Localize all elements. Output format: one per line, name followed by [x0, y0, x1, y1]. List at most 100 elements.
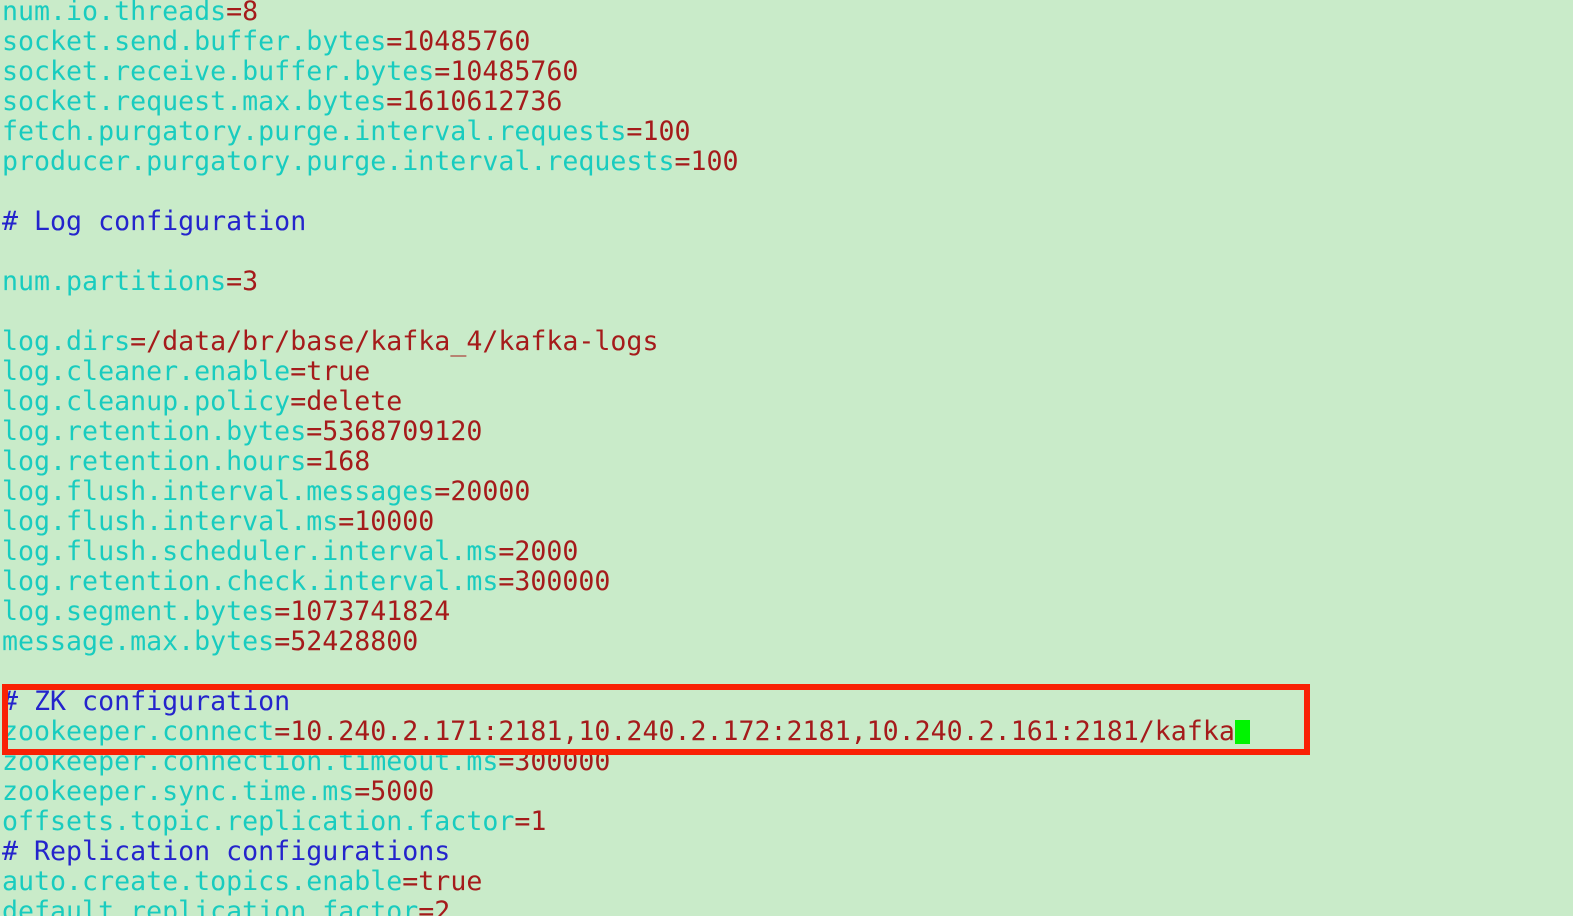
equals-sign: = — [226, 266, 243, 297]
equals-sign: = — [354, 776, 371, 807]
code-line-property[interactable]: message.max.bytes=52428800 — [0, 627, 1573, 657]
equals-sign: = — [434, 56, 451, 87]
property-key: socket.request.max.bytes — [2, 86, 387, 117]
text-cursor — [1234, 720, 1250, 744]
property-key: auto.create.topics.enable — [2, 866, 403, 897]
equals-sign: = — [498, 746, 515, 777]
equals-sign: = — [338, 506, 355, 537]
code-line-property[interactable]: fetch.purgatory.purge.interval.requests=… — [0, 117, 1573, 147]
property-key: log.retention.check.interval.ms — [2, 566, 499, 597]
code-line-property[interactable]: auto.create.topics.enable=true — [0, 867, 1573, 897]
property-value: 1 — [530, 806, 547, 837]
property-value: delete — [306, 386, 403, 417]
property-value: 5000 — [370, 776, 435, 807]
code-line-property[interactable]: num.partitions=3 — [0, 267, 1573, 297]
property-key: log.flush.interval.messages — [2, 476, 435, 507]
property-value: 100 — [642, 116, 691, 147]
property-key: default.replication.factor — [2, 896, 419, 916]
property-key: zookeeper.connect — [2, 716, 275, 747]
property-value: 2000 — [514, 536, 579, 567]
property-value: 3 — [242, 266, 259, 297]
property-key: socket.send.buffer.bytes — [2, 26, 387, 57]
config-text-content[interactable]: num.io.threads=8 socket.send.buffer.bytes… — [0, 0, 1573, 916]
property-value: 10485760 — [450, 56, 579, 87]
code-line-property[interactable]: log.retention.check.interval.ms=300000 — [0, 567, 1573, 597]
code-line-property[interactable]: log.cleanup.policy=delete — [0, 387, 1573, 417]
property-key: producer.purgatory.purge.interval.reques… — [2, 146, 675, 177]
code-line-property[interactable]: zookeeper.connection.timeout.ms=300000 — [0, 747, 1573, 777]
property-value: 52428800 — [290, 626, 419, 657]
code-line-property[interactable]: default.replication.factor=2 — [0, 897, 1573, 916]
property-key: num.partitions — [2, 266, 227, 297]
equals-sign: = — [674, 146, 691, 177]
property-key: message.max.bytes — [2, 626, 275, 657]
code-line-property[interactable]: log.retention.bytes=5368709120 — [0, 417, 1573, 447]
code-line-property[interactable]: zookeeper.connect=10.240.2.171:2181,10.2… — [0, 717, 1573, 747]
code-line-property[interactable]: log.flush.interval.ms=10000 — [0, 507, 1573, 537]
code-line-property[interactable]: log.dirs=/data/br/base/kafka_4/kafka-log… — [0, 327, 1573, 357]
code-line-property[interactable]: log.retention.hours=168 — [0, 447, 1573, 477]
config-file-editor[interactable]: num.io.threads=8 socket.send.buffer.bytes… — [0, 0, 1573, 916]
code-line-comment[interactable]: # ZK configuration — [0, 687, 1573, 717]
property-key: log.retention.hours — [2, 446, 307, 477]
property-key: zookeeper.connection.timeout.ms — [2, 746, 499, 777]
code-line-property[interactable]: socket.receive.buffer.bytes=10485760 — [0, 57, 1573, 87]
property-value: 20000 — [450, 476, 531, 507]
property-value: 1073741824 — [290, 596, 451, 627]
property-value: 2 — [434, 896, 451, 916]
property-value: 300000 — [514, 566, 611, 597]
code-line-property[interactable]: producer.purgatory.purge.interval.reques… — [0, 147, 1573, 177]
equals-sign: = — [274, 716, 291, 747]
equals-sign: = — [402, 866, 419, 897]
property-key: log.flush.scheduler.interval.ms — [2, 536, 499, 567]
equals-sign: = — [498, 536, 515, 567]
equals-sign: = — [386, 26, 403, 57]
equals-sign: = — [290, 386, 307, 417]
code-line-property[interactable]: num.io.threads=8 — [0, 0, 1573, 27]
equals-sign: = — [306, 446, 323, 477]
property-value: 10.240.2.171:2181,10.240.2.172:2181,10.2… — [290, 716, 1235, 747]
property-key: log.flush.interval.ms — [2, 506, 339, 537]
property-key: num.io.threads — [2, 0, 227, 27]
property-key: offsets.topic.replication.factor — [2, 806, 515, 837]
code-line-property[interactable]: socket.send.buffer.bytes=10485760 — [0, 27, 1573, 57]
property-key: log.cleanup.policy — [2, 386, 291, 417]
code-line-property[interactable]: zookeeper.sync.time.ms=5000 — [0, 777, 1573, 807]
code-line-property[interactable]: log.segment.bytes=1073741824 — [0, 597, 1573, 627]
equals-sign: = — [386, 86, 403, 117]
property-value: 1610612736 — [402, 86, 563, 117]
equals-sign: = — [626, 116, 643, 147]
code-line-property[interactable]: log.flush.scheduler.interval.ms=2000 — [0, 537, 1573, 567]
property-value: 168 — [322, 446, 371, 477]
code-line-property[interactable]: log.cleaner.enable=true — [0, 357, 1573, 387]
equals-sign: = — [306, 416, 323, 447]
property-value: 10000 — [354, 506, 435, 537]
property-value: 100 — [690, 146, 739, 177]
code-line-comment[interactable]: # Replication configurations — [0, 837, 1573, 867]
property-value: 5368709120 — [322, 416, 483, 447]
code-line-property[interactable]: socket.request.max.bytes=1610612736 — [0, 87, 1573, 117]
property-key: log.dirs — [2, 326, 131, 357]
property-value: true — [418, 866, 483, 897]
comment-text: # ZK configuration — [2, 686, 291, 717]
equals-sign: = — [290, 356, 307, 387]
code-line-property[interactable]: offsets.topic.replication.factor=1 — [0, 807, 1573, 837]
equals-sign: = — [418, 896, 435, 916]
comment-text: # Log configuration — [2, 206, 307, 237]
equals-sign: = — [274, 596, 291, 627]
code-line-comment[interactable]: # Log configuration — [0, 207, 1573, 237]
property-value: /data/br/base/kafka_4/kafka-logs — [146, 326, 659, 357]
equals-sign: = — [130, 326, 147, 357]
code-line-property[interactable]: log.flush.interval.messages=20000 — [0, 477, 1573, 507]
property-value: 8 — [242, 0, 259, 27]
property-key: log.retention.bytes — [2, 416, 307, 447]
equals-sign: = — [514, 806, 531, 837]
equals-sign: = — [498, 566, 515, 597]
property-value: 300000 — [514, 746, 611, 777]
property-value: 10485760 — [402, 26, 531, 57]
comment-text: # Replication configurations — [2, 836, 451, 867]
property-key: fetch.purgatory.purge.interval.requests — [2, 116, 627, 147]
